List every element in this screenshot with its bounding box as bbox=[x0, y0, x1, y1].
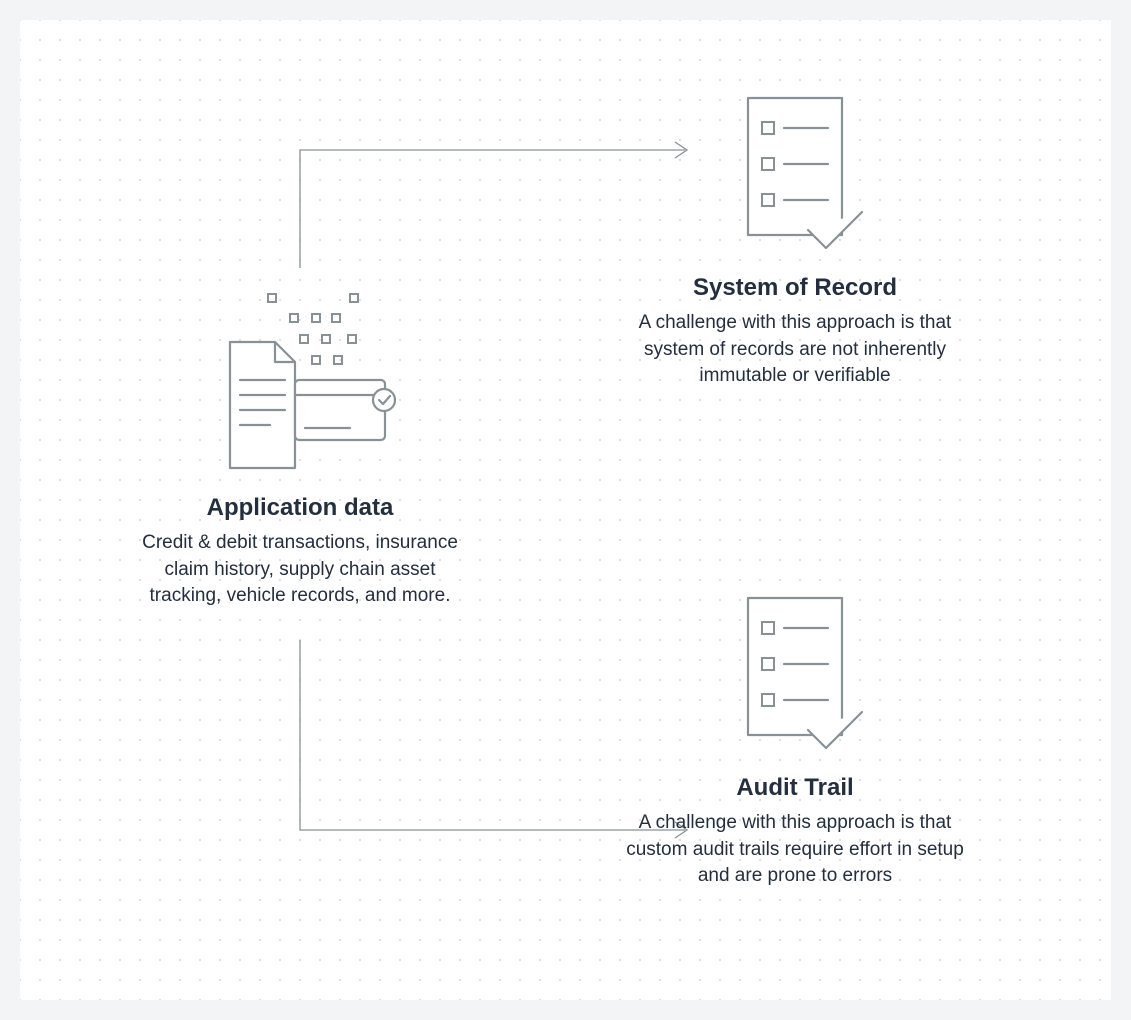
audit-trail-description: A challenge with this approach is that c… bbox=[620, 810, 970, 890]
audit-trail-title: Audit Trail bbox=[620, 774, 970, 802]
checklist-document-icon bbox=[720, 90, 870, 260]
system-of-record-description: A challenge with this approach is that s… bbox=[620, 310, 970, 390]
system-of-record-node: System of Record A challenge with this a… bbox=[620, 90, 970, 390]
system-of-record-title: System of Record bbox=[620, 274, 970, 302]
diagram-canvas: Application data Credit & debit transact… bbox=[20, 20, 1111, 1000]
application-data-title: Application data bbox=[130, 494, 470, 522]
application-data-node: Application data Credit & debit transact… bbox=[130, 280, 470, 610]
checklist-document-icon bbox=[720, 590, 870, 760]
audit-trail-node: Audit Trail A challenge with this approa… bbox=[620, 590, 970, 890]
application-data-icon bbox=[200, 280, 400, 480]
application-data-description: Credit & debit transactions, insurance c… bbox=[130, 530, 470, 610]
